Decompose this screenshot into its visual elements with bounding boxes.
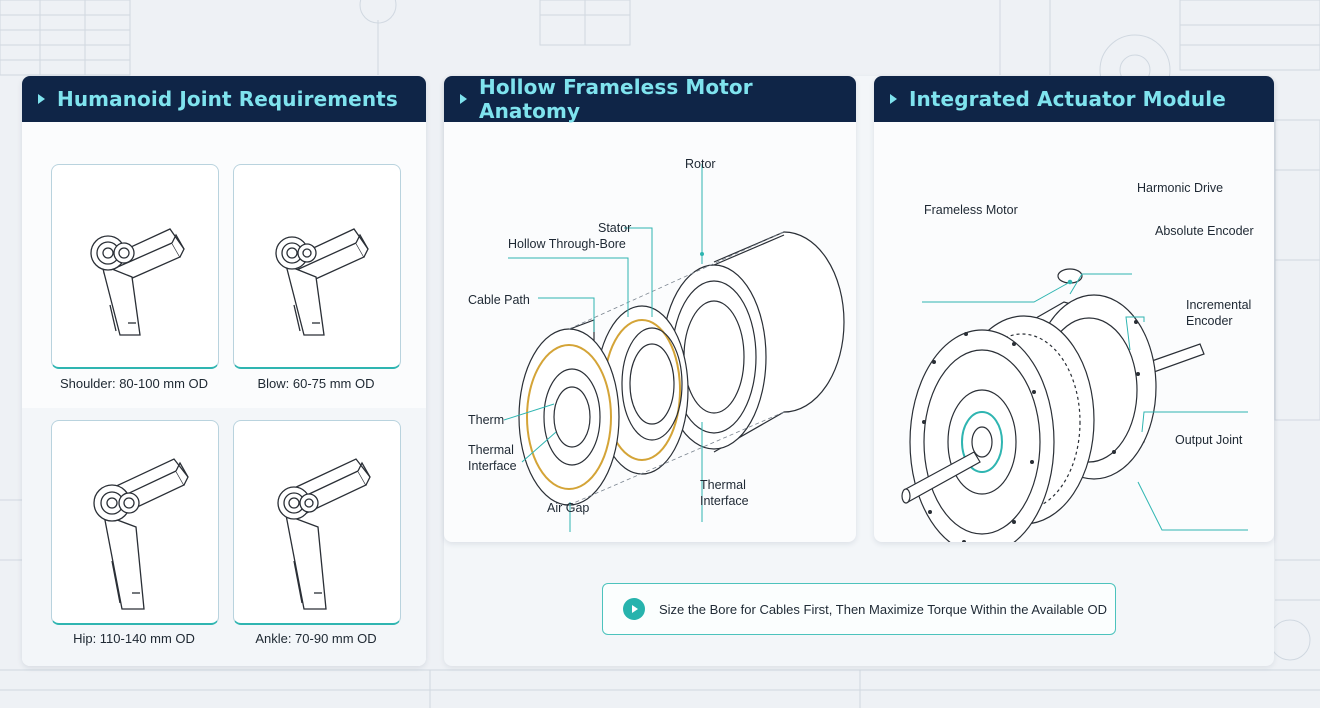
label-line: Interface bbox=[468, 459, 517, 473]
label-air-gap: Air Gap bbox=[547, 501, 590, 515]
label-rotor: Rotor bbox=[685, 157, 716, 171]
panel-header: Humanoid Joint Requirements bbox=[22, 76, 426, 122]
label-absolute-encoder: Absolute Encoder bbox=[1155, 224, 1254, 238]
joint-caption: Hip: 110-140 mm OD bbox=[73, 631, 195, 646]
label-bore: Hollow Through-Bore bbox=[508, 237, 626, 251]
label-line: Interface bbox=[700, 494, 749, 508]
joint-tile-ankle bbox=[233, 420, 401, 625]
actuator-module-panel: Integrated Actuator Module Frameless Mot… bbox=[874, 76, 1274, 542]
joint-arm-icon bbox=[277, 458, 371, 610]
joint-tile-shoulder bbox=[51, 164, 219, 369]
label-line: Encoder bbox=[1186, 314, 1233, 328]
design-tip-banner: Size the Bore for Cables First, Then Max… bbox=[602, 583, 1116, 635]
panel-header: Hollow Frameless Motor Anatomy bbox=[444, 76, 856, 123]
joint-requirements-panel: Humanoid Joint Requirements Shoulder: 80… bbox=[22, 76, 426, 666]
joint-caption: Blow: 60-75 mm OD bbox=[257, 376, 375, 391]
label-thermal-left: Thermal Interface bbox=[468, 442, 517, 474]
play-icon bbox=[623, 598, 645, 620]
label-frameless-motor: Frameless Motor bbox=[924, 203, 1018, 217]
label-stator: Stator bbox=[598, 221, 632, 235]
label-line: Thermal bbox=[700, 478, 746, 492]
label-thermal-right: Thermal Interface bbox=[700, 477, 749, 509]
joint-caption: Ankle: 70-90 mm OD bbox=[255, 631, 377, 646]
panel-title: Integrated Actuator Module bbox=[909, 87, 1226, 111]
label-therm: Therm bbox=[468, 413, 505, 427]
label-harmonic-drive: Harmonic Drive bbox=[1137, 181, 1224, 195]
label-line: Thermal bbox=[468, 443, 514, 457]
caret-icon bbox=[890, 94, 897, 104]
joint-arm-icon bbox=[93, 458, 189, 610]
caret-icon bbox=[460, 94, 467, 104]
caret-icon bbox=[38, 94, 45, 104]
motor-exploded-diagram bbox=[503, 164, 845, 532]
joint-tile-hip bbox=[51, 420, 219, 625]
label-incremental-encoder: Incremental Encoder bbox=[1186, 297, 1251, 329]
label-line: Incremental bbox=[1186, 298, 1252, 312]
banner-text: Size the Bore for Cables First, Then Max… bbox=[659, 601, 1107, 617]
label-cable-path: Cable Path bbox=[468, 293, 530, 307]
joint-arm-icon bbox=[275, 228, 369, 336]
joint-arm-icon bbox=[90, 228, 185, 336]
panel-title: Humanoid Joint Requirements bbox=[57, 87, 398, 111]
joint-caption: Shoulder: 80-100 mm OD bbox=[59, 376, 209, 391]
joint-tile-elbow bbox=[233, 164, 401, 369]
motor-anatomy-panel: Hollow Frameless Motor Anatomy Rotor Sta… bbox=[444, 76, 856, 542]
panel-header: Integrated Actuator Module bbox=[874, 76, 1274, 122]
label-output-joint: Output Joint bbox=[1175, 433, 1243, 447]
panel-title: Hollow Frameless Motor Anatomy bbox=[479, 76, 753, 123]
